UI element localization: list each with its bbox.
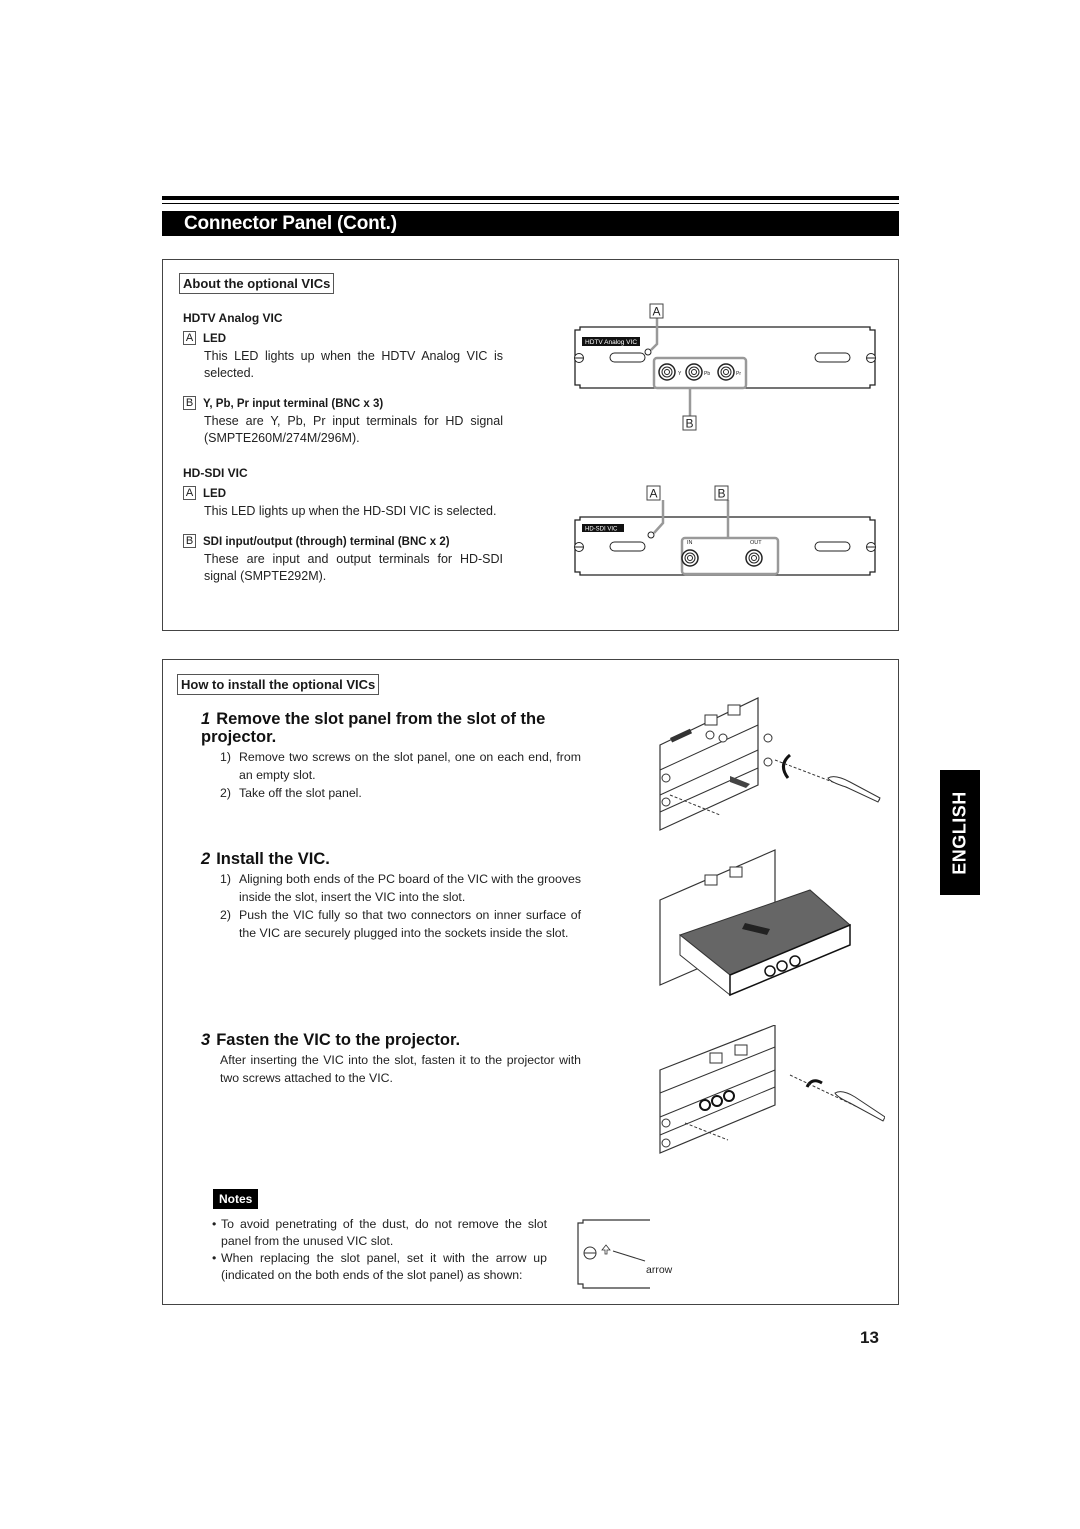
- notes-badge: Notes: [213, 1189, 259, 1209]
- rotate-arrow-icon: [782, 753, 792, 779]
- screw-icon: [763, 757, 773, 767]
- hdsdi-vic-diagram: HD-SDI VIC IN OUT A B: [570, 482, 880, 582]
- step-heading: 3 Fasten the VIC to the projector.: [201, 1031, 581, 1049]
- screwdriver-icon: [834, 1091, 886, 1122]
- step-number: 1: [201, 710, 211, 728]
- step-title: Install the VIC.: [216, 850, 330, 868]
- hdtv-vic-panel-illustration: HDTV Analog VIC Y Pb Pr A B: [574, 303, 876, 431]
- language-tab-label: ENGLISH: [949, 790, 970, 875]
- step-heading: 1 Remove the slot panel from the slot of …: [201, 710, 581, 746]
- notes-list: • To avoid penetrating of the dust, do no…: [212, 1216, 547, 1284]
- projector-slot-frame: [659, 1024, 776, 1154]
- arrow-label: arrow: [646, 1264, 673, 1276]
- hdtv-heading: HDTV Analog VIC: [183, 311, 283, 325]
- step-items: 1) Remove two screws on the slot panel, o…: [201, 748, 581, 802]
- step-item: 2) Push the VIC fully so that two connect…: [220, 908, 581, 940]
- led-icon: [644, 348, 652, 356]
- item-title: LED: [203, 333, 226, 345]
- screw-icon: [661, 797, 671, 807]
- hdsdi-vic-panel-illustration: HD-SDI VIC IN OUT A B: [574, 485, 876, 576]
- item-title: Y, Pb, Pr input terminal (BNC x 3): [203, 398, 384, 410]
- step-items: 1) Aligning both ends of the PC board of …: [201, 870, 581, 942]
- step-2: 2 Install the VIC. 1) Aligning both ends o…: [201, 850, 581, 942]
- hdtv-item-led: A LED This LED lights up when the HDTV An…: [183, 329, 503, 382]
- install-vics-label: How to install the optional VICs: [177, 674, 380, 695]
- step-number: 3: [201, 1031, 211, 1049]
- callout-a: A: [649, 487, 657, 501]
- step-2-illustration: [650, 845, 885, 1005]
- step-number: 2: [201, 850, 211, 868]
- panel-label: HDTV Analog VIC: [585, 339, 637, 346]
- callout-b: B: [717, 487, 725, 501]
- connector-label: OUT: [750, 540, 762, 546]
- step-3-illustration: [650, 1024, 886, 1155]
- step-3: 3 Fasten the VIC to the projector. After …: [201, 1031, 581, 1087]
- item-text: This LED lights up when the HDTV Analog …: [204, 349, 503, 380]
- header-rule-thick: [162, 196, 899, 200]
- handle-slot: [814, 352, 851, 363]
- handle-slot: [609, 541, 646, 552]
- callout-b: B: [685, 417, 693, 431]
- header-rule-thin: [162, 203, 899, 204]
- step-1: 1 Remove the slot panel from the slot of …: [201, 710, 581, 802]
- note-item: • To avoid penetrating of the dust, do no…: [212, 1217, 547, 1248]
- up-arrow-icon: [601, 1244, 611, 1255]
- screwdriver-icon: [827, 776, 881, 803]
- item-text: These are Y, Pb, Pr input terminals for …: [204, 414, 503, 445]
- hdsdi-heading: HD-SDI VIC: [183, 466, 248, 480]
- step-item: 1) Remove two screws on the slot panel, o…: [220, 750, 581, 782]
- connector-label: Pb: [704, 371, 710, 377]
- item-title: LED: [203, 488, 226, 500]
- language-tab: ENGLISH: [940, 770, 980, 895]
- marker-b: B: [183, 395, 196, 410]
- hdsdi-item-terminal: B SDI input/output (through) terminal (BN…: [183, 532, 503, 585]
- handle-slot: [609, 352, 646, 363]
- screw-icon: [661, 1118, 671, 1128]
- handle-slot: [814, 541, 851, 552]
- about-vics-label: About the optional VICs: [179, 273, 335, 294]
- item-text: This LED lights up when the HD-SDI VIC i…: [204, 504, 497, 518]
- bnc-connector-in: [681, 549, 699, 567]
- step-heading: 2 Install the VIC.: [201, 850, 581, 868]
- hdtv-item-terminal: B Y, Pb, Pr input terminal (BNC x 3) Thes…: [183, 394, 503, 447]
- screw-icon: [763, 733, 773, 743]
- marker-a: A: [183, 485, 196, 500]
- step-text: After inserting the VIC into the slot, f…: [220, 1053, 581, 1085]
- slot-panel-arrow-diagram: arrow: [575, 1218, 685, 1290]
- hdtv-vic-diagram: HDTV Analog VIC Y Pb Pr A B: [570, 300, 880, 435]
- connector-label: Pr: [736, 371, 741, 377]
- item-title: SDI input/output (through) terminal (BNC…: [203, 536, 450, 548]
- hdtv-analog-section: HDTV Analog VIC A LED This LED lights up …: [183, 311, 503, 447]
- screw-icon: [661, 1138, 671, 1148]
- callout-a: A: [652, 305, 660, 319]
- step-title: Remove the slot panel from the slot of t…: [201, 710, 546, 746]
- page-title: Connector Panel (Cont.): [162, 211, 899, 236]
- marker-b: B: [183, 533, 196, 548]
- bnc-connector-pr: [717, 363, 735, 381]
- panel-label: HD-SDI VIC: [585, 527, 618, 533]
- hdsdi-item-led: A LED This LED lights up when the HD-SDI …: [183, 484, 503, 520]
- bnc-connector-pb: [685, 363, 703, 381]
- step-title: Fasten the VIC to the projector.: [216, 1031, 461, 1049]
- connector-label: IN: [687, 540, 693, 546]
- step-item: 2) Take off the slot panel.: [220, 786, 362, 800]
- hdsdi-section: HD-SDI VIC A LED This LED lights up when …: [183, 466, 503, 585]
- item-text: These are input and output terminals for…: [204, 552, 503, 583]
- screw-icon: [661, 773, 671, 783]
- note-item: • When replacing the slot panel, set it w…: [212, 1251, 547, 1282]
- bnc-connector-y: [658, 363, 676, 381]
- marker-a: A: [183, 330, 196, 345]
- bnc-connector-out: [745, 549, 763, 567]
- step-item: 1) Aligning both ends of the PC board of …: [220, 872, 581, 904]
- page-number: 13: [860, 1328, 879, 1347]
- step-1-illustration: [650, 690, 885, 835]
- led-icon: [647, 531, 655, 539]
